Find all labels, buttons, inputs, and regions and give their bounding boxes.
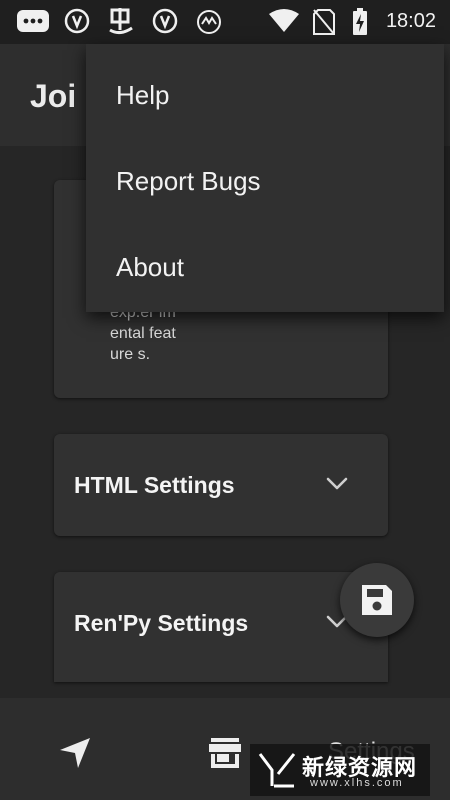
v-shield-icon: [64, 8, 90, 39]
3m-app-icon: [194, 8, 224, 41]
battery-charging-icon: [352, 8, 368, 41]
menu-item-label: Report Bugs: [116, 166, 261, 196]
watermark: 新绿资源网 www.xlhs.com: [250, 744, 430, 796]
store-icon: [209, 738, 241, 768]
wifi-icon: [268, 8, 300, 39]
html-settings-card[interactable]: HTML Settings: [54, 434, 388, 536]
save-icon: [362, 585, 392, 615]
overflow-menu: Help Report Bugs About: [86, 44, 444, 312]
page-title: Joi: [30, 78, 77, 114]
navigation-icon: [60, 738, 90, 768]
menu-item-report-bugs[interactable]: Report Bugs: [86, 140, 444, 226]
save-button[interactable]: [340, 563, 414, 637]
html-settings-label: HTML Settings: [74, 472, 235, 498]
status-time: 18:02: [385, 10, 436, 32]
menu-item-help[interactable]: Help: [86, 44, 444, 130]
watermark-url: www.xlhs.com: [310, 777, 404, 789]
chat-bubble-icon: [16, 8, 50, 39]
renpy-settings-label: Ren'Py Settings: [74, 610, 249, 636]
nav-item-navigate[interactable]: [0, 698, 150, 800]
menu-item-about[interactable]: About: [86, 226, 444, 312]
chevron-down-icon[interactable]: [324, 470, 350, 496]
v-shield-icon: [152, 8, 178, 39]
status-bar: 18:02: [0, 0, 450, 44]
menu-item-label: About: [116, 252, 184, 282]
no-sim-icon: [312, 8, 336, 41]
bug-app-icon: [106, 8, 136, 41]
renpy-settings-card[interactable]: Ren'Py Settings: [54, 572, 388, 682]
menu-item-label: Help: [116, 80, 170, 110]
watermark-logo-icon: [258, 752, 296, 793]
